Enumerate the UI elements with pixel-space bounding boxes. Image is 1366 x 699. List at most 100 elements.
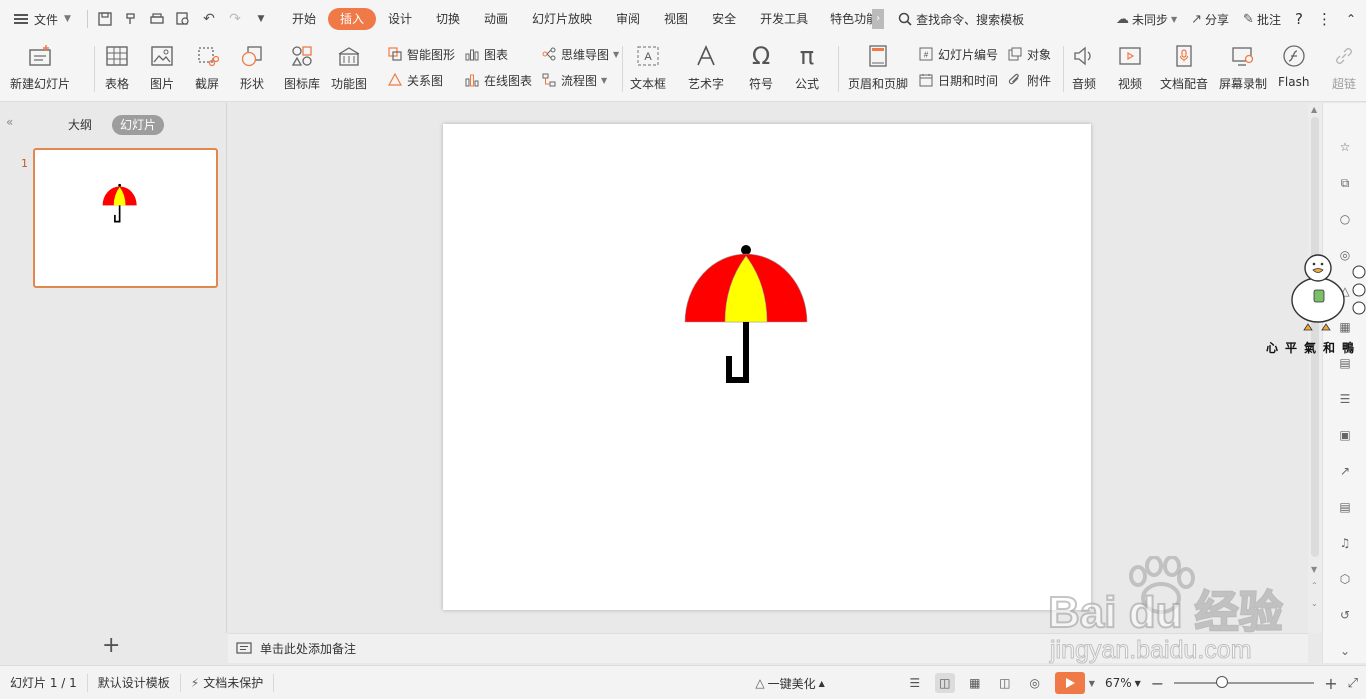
collapse-panel-icon[interactable]: « — [6, 115, 13, 129]
tab-insert[interactable]: 插入 — [327, 8, 376, 30]
zoom-slider[interactable] — [1174, 676, 1315, 688]
file-menu[interactable]: 文件 ▼ — [0, 0, 81, 38]
normal-view-icon[interactable]: ◫ — [934, 673, 955, 693]
comment-button[interactable]: ✎ 批注 — [1243, 11, 1281, 28]
tab-developer[interactable]: 开发工具 — [748, 8, 820, 30]
shape-button[interactable]: 形状 — [238, 40, 266, 100]
function-chart-button[interactable]: 功能图 — [331, 40, 367, 100]
screenshot-button[interactable]: 截屏 — [193, 40, 221, 100]
fit-window-icon[interactable]: ⤢ — [1348, 676, 1358, 691]
table-button[interactable]: 表格 — [103, 40, 131, 100]
customize-toolbar-icon[interactable]: ▼ — [250, 8, 272, 30]
format-painter-icon[interactable] — [120, 8, 142, 30]
symbol-button[interactable]: Ω 符号 — [747, 40, 775, 100]
tab-design[interactable]: 设计 — [376, 8, 424, 30]
copy-icon[interactable]: ⧉ — [1335, 173, 1355, 193]
zoom-out-button[interactable]: − — [1151, 674, 1164, 693]
scroll-up-icon[interactable]: ▲ — [1311, 105, 1317, 114]
history-icon[interactable]: ↺ — [1335, 605, 1355, 625]
textbox-button[interactable]: A 文本框 — [630, 40, 666, 100]
sliders-icon[interactable]: ☰ — [1335, 389, 1355, 409]
save-icon[interactable] — [94, 8, 116, 30]
export-icon[interactable]: ↗ — [1335, 461, 1355, 481]
relation-chart-button[interactable]: 关系图 — [387, 70, 443, 90]
presenter-view-icon[interactable]: ◎ — [1025, 673, 1045, 693]
tab-security[interactable]: 安全 — [700, 8, 748, 30]
screen-record-button[interactable]: 屏幕录制 — [1219, 40, 1267, 100]
attachment-button[interactable]: 附件 — [1007, 70, 1051, 90]
umbrella-handle[interactable] — [726, 322, 749, 383]
play-slideshow-button[interactable] — [1054, 672, 1085, 694]
tab-scroll-right-icon[interactable]: › — [872, 9, 885, 29]
wordart-button[interactable]: 艺术字 — [688, 40, 724, 100]
chart-button[interactable]: 图表 — [464, 44, 508, 64]
expand-sidebar-icon[interactable]: ⌄ — [1335, 641, 1355, 661]
tab-slideshow[interactable]: 幻灯片放映 — [520, 8, 604, 30]
smart-art-button[interactable]: 智能图形 — [387, 44, 455, 64]
sound-icon[interactable]: ♫ — [1335, 533, 1355, 553]
tab-animation[interactable]: 动画 — [472, 8, 520, 30]
next-slide-icon[interactable]: ⌄ — [1311, 599, 1318, 608]
header-footer-button[interactable]: 页眉和页脚 — [848, 40, 908, 100]
design-template-button[interactable]: 默认设计模板 — [88, 673, 181, 692]
tab-features[interactable]: 特色功能 — [820, 8, 878, 30]
new-slide-button[interactable]: 新建幻灯片 — [10, 40, 70, 100]
tab-outline[interactable]: 大纲 — [60, 115, 100, 135]
reading-view-icon[interactable]: ◫ — [995, 673, 1015, 693]
umbrella-tip[interactable] — [741, 245, 751, 255]
slide-sorter-icon[interactable]: ▦ — [965, 673, 985, 693]
print-preview-icon[interactable] — [172, 8, 194, 30]
more-options-icon[interactable]: ⋮ — [1317, 10, 1332, 28]
shapes-icon[interactable]: ○ — [1335, 209, 1355, 229]
share-button[interactable]: ↗ 分享 — [1191, 11, 1229, 28]
slide-1[interactable] — [443, 124, 1091, 610]
play-options-icon[interactable]: ▼ — [1089, 679, 1095, 688]
online-chart-button[interactable]: 在线图表 — [464, 70, 532, 90]
zoom-slider-knob[interactable] — [1216, 676, 1229, 688]
document-protection-button[interactable]: ⚡ 文档未保护 — [181, 673, 275, 692]
video-button[interactable]: 视频 — [1116, 40, 1144, 100]
archive-icon[interactable]: ▤ — [1335, 497, 1355, 517]
object-button[interactable]: 对象 — [1007, 44, 1051, 64]
formula-button[interactable]: π 公式 — [793, 40, 821, 100]
date-time-button[interactable]: 日期和时间 — [918, 70, 998, 90]
zoom-level-button[interactable]: 67% ▼ — [1105, 676, 1141, 690]
audio-button[interactable]: 音频 — [1070, 40, 1098, 100]
notes-toggle-icon[interactable]: ☰ — [905, 673, 925, 693]
slide-thumbnail[interactable] — [33, 148, 218, 288]
mind-map-button[interactable]: 思维导图 ▼ — [541, 44, 619, 64]
image-icon[interactable]: ▣ — [1335, 425, 1355, 445]
collapse-ribbon-icon[interactable]: ⌃ — [1346, 12, 1356, 26]
help-button[interactable]: ? — [1295, 10, 1303, 28]
tab-view[interactable]: 视图 — [652, 8, 700, 30]
add-slide-button[interactable]: + — [102, 633, 120, 658]
beautify-button[interactable]: △ 一键美化 ▲ — [755, 675, 824, 692]
scroll-down-icon[interactable]: ▼ — [1311, 565, 1317, 574]
slide-number-button[interactable]: # 幻灯片编号 — [918, 44, 998, 64]
tab-slides[interactable]: 幻灯片 — [112, 115, 165, 135]
command-search[interactable]: 查找命令、搜索模板 — [898, 11, 1024, 28]
shape-icon — [238, 42, 266, 70]
flash-button[interactable]: Flash — [1278, 40, 1309, 100]
zoom-in-button[interactable]: + — [1324, 674, 1337, 693]
chevron-up-icon: ▲ — [818, 678, 825, 688]
previous-slide-icon[interactable]: ⌃ — [1311, 581, 1318, 590]
canvas-vertical-scrollbar[interactable]: ▲ ▼ ⌃ ⌄ — [1308, 103, 1322, 633]
notes-bar[interactable]: 单击此处添加备注 — [228, 633, 1308, 663]
chart-icon — [464, 46, 480, 62]
tab-home[interactable]: 开始 — [280, 8, 328, 30]
print-icon[interactable] — [146, 8, 168, 30]
sync-button[interactable]: ☁ 未同步 ▼ — [1116, 11, 1177, 28]
flowchart-button[interactable]: 流程图 ▼ — [541, 70, 607, 90]
doc-audio-button[interactable]: 文档配音 — [1160, 40, 1208, 100]
shield-icon[interactable]: ⬡ — [1335, 569, 1355, 589]
tab-transition[interactable]: 切换 — [424, 8, 472, 30]
star-icon[interactable]: ☆ — [1335, 137, 1355, 157]
redo-icon[interactable]: ↷ — [224, 8, 246, 30]
tab-review[interactable]: 审阅 — [604, 8, 652, 30]
duck-mascot-sticker: 心平氣和鴨 — [1266, 250, 1366, 360]
undo-icon[interactable]: ↶ — [198, 8, 220, 30]
icon-library-button[interactable]: 图标库 — [284, 40, 320, 100]
picture-button[interactable]: 图片 — [148, 40, 176, 100]
hyperlink-button[interactable]: 超链 — [1329, 40, 1359, 100]
